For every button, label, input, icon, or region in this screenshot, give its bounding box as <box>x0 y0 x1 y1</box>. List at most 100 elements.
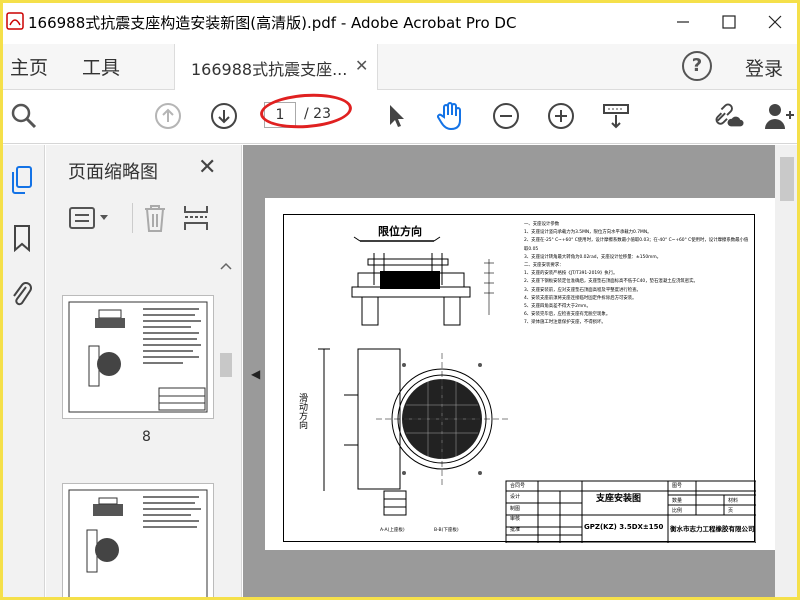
drawing-title: 支座安装图 <box>596 494 642 504</box>
note-line: 5、支座四角高差不得大于2mm。 <box>524 304 591 310</box>
note-line: 3、支座设计转角最大转角为0.02rad，支座设计位移量：±150mm。 <box>524 254 662 260</box>
delete-page-button[interactable] <box>142 203 168 237</box>
note-line: 一、支座设计参数 <box>524 222 560 227</box>
pdf-page: 限位方向 滑动方向 一、支座设计参数 1、支座设计竖向承载力为3.5MN，限位方… <box>265 198 800 550</box>
sliding-direction-label: 滑动方向 <box>297 393 307 429</box>
page-thumbnails-button[interactable] <box>7 165 37 195</box>
paperclip-icon <box>13 282 32 306</box>
note-line: 7、梁体施工时注意保护支座，不得损坏。 <box>524 320 606 326</box>
note-line: 6、安装完毕后，应检查支座有无脱空现象。 <box>524 312 611 318</box>
minimize-icon <box>677 21 689 23</box>
arrow-up-circle-icon <box>155 103 181 129</box>
pages-icon <box>12 166 32 194</box>
note-line: 2、支座下钢板安装定位准确后，支座垫石顶面标高不低于C40，垫石混凝土应浇筑密实… <box>524 279 698 285</box>
select-tool-button[interactable] <box>380 100 412 132</box>
note-line: 4、安装支座前须将支座连接临时固定件拆除后方可安装。 <box>524 295 637 301</box>
link-cloud-icon <box>715 103 744 127</box>
title-block-quantity: 数量 <box>672 498 683 504</box>
note-line: 1、支座设计竖向承载力为3.5MN，限位方向水平承载力0.7MN。 <box>524 230 652 236</box>
zoom-in-button[interactable] <box>545 100 577 132</box>
thumbnail-page-8[interactable] <box>62 295 214 419</box>
company-name: 衡水市志力工程橡胶有限公司 <box>670 525 755 533</box>
pointer-arrow-icon <box>390 105 404 127</box>
restraint-direction-label: 限位方向 <box>378 225 422 238</box>
page-display-button[interactable] <box>600 100 632 132</box>
thumbnail-page-label: 8 <box>142 429 151 445</box>
extract-icon <box>184 206 208 230</box>
search-icon <box>11 103 37 129</box>
zoom-out-button[interactable] <box>490 100 522 132</box>
previous-page-button[interactable] <box>152 100 184 132</box>
note-line: 3、支座安装前，应对支座垫石顶面高程及平整度进行检查。 <box>524 287 641 293</box>
options-menu-icon <box>69 207 108 229</box>
share-link-button[interactable] <box>712 100 744 132</box>
section-label-top: A-A(上座板) <box>380 528 405 533</box>
note-line: 2、支座在-25° C~+60° C使用时，设计摩擦系数最小值取0.03；在-4… <box>524 238 749 252</box>
arrow-down-circle-icon <box>211 103 237 129</box>
help-button[interactable]: ? <box>682 51 712 81</box>
bookmark-icon <box>14 225 30 252</box>
document-view[interactable]: ◀ 限位方向 滑动方向 一、支座设计参数 1、支座设计竖向承载力为3.5MN，限… <box>243 145 800 600</box>
collapse-panel-arrow-icon[interactable]: ◀ <box>251 367 260 381</box>
section-label-bottom: B-B(下座板) <box>434 528 459 533</box>
add-user-icon <box>765 104 794 129</box>
title-block-scale: 比例 <box>672 508 683 514</box>
acrobat-app-icon[interactable] <box>6 12 24 30</box>
title-block-label: 批准 <box>510 527 521 533</box>
extract-page-button[interactable] <box>182 203 210 237</box>
share-user-button[interactable] <box>764 100 796 132</box>
page-display-icon <box>603 104 629 129</box>
title-block-material: 材料 <box>728 498 739 504</box>
left-navigation-strip <box>0 145 45 600</box>
title-block-page: 页 <box>728 508 734 514</box>
title-block-drawing-no: 图号 <box>672 483 683 489</box>
thumbnail-scrollbar[interactable] <box>218 257 234 600</box>
bookmarks-button[interactable] <box>7 223 37 253</box>
minimize-button[interactable] <box>668 10 698 34</box>
search-button[interactable] <box>8 100 40 132</box>
page-preview-image <box>68 489 208 600</box>
page-preview-image <box>68 301 208 413</box>
toolbar-divider <box>132 203 133 233</box>
menu-bar: 主页 工具 166988式抗震支座... ✕ ? 登录 <box>0 44 800 90</box>
bearing-model: GPZ(KZ) 3.5DX±150 <box>584 523 664 531</box>
document-tab-close-icon[interactable]: ✕ <box>355 56 368 75</box>
trash-icon <box>145 205 165 232</box>
document-scrollbar-thumb[interactable] <box>780 157 794 201</box>
title-block-left-labels: 合同号 设计 制图 审核 批准 <box>510 482 525 536</box>
login-button[interactable]: 登录 <box>745 54 783 81</box>
hand-tool-button[interactable] <box>434 100 466 132</box>
note-line: 二、支座安装要求： <box>524 263 564 269</box>
design-notes: 一、支座设计参数 1、支座设计竖向承载力为3.5MN，限位方向水平承载力0.7M… <box>524 221 752 328</box>
title-block-label: 制图 <box>510 506 521 512</box>
title-block-label: 设计 <box>510 494 521 500</box>
plus-circle-icon <box>548 103 574 129</box>
thumbnail-options-button[interactable] <box>68 205 112 235</box>
toolbar <box>0 90 800 144</box>
note-line: 1、支座的安装严格按《JT/T391-2019》执行。 <box>524 271 618 277</box>
panel-toolbar <box>46 199 242 239</box>
maximize-button[interactable] <box>714 10 744 34</box>
next-page-button[interactable] <box>208 100 240 132</box>
panel-close-icon[interactable]: ✕ <box>198 155 216 180</box>
document-scrollbar[interactable] <box>775 145 800 600</box>
thumbnail-list: 8 <box>46 253 218 600</box>
thumbnail-scrollbar-thumb[interactable] <box>220 353 232 377</box>
thumbnail-page-9[interactable] <box>62 483 214 600</box>
scroll-up-arrow-icon[interactable] <box>218 261 234 271</box>
maximize-icon <box>722 15 736 29</box>
window-title: 166988式抗震支座构造安装新图(高清版).pdf - Adobe Acrob… <box>28 14 517 32</box>
title-bar: 166988式抗震支座构造安装新图(高清版).pdf - Adobe Acrob… <box>0 0 800 44</box>
title-block-label: 审核 <box>510 516 521 522</box>
panel-title: 页面缩略图 <box>68 162 158 183</box>
attachments-button[interactable] <box>7 279 37 309</box>
menu-tools[interactable]: 工具 <box>82 53 120 80</box>
minus-circle-icon <box>493 103 519 129</box>
menu-home[interactable]: 主页 <box>10 53 48 80</box>
engineering-drawing: 限位方向 滑动方向 一、支座设计参数 1、支座设计竖向承载力为3.5MN，限位方… <box>283 214 756 543</box>
thumbnails-panel: 页面缩略图 ✕ 8 <box>46 145 242 600</box>
document-tab-label: 166988式抗震支座... <box>191 60 348 79</box>
close-window-button[interactable] <box>760 10 790 34</box>
title-block-label: 合同号 <box>510 483 526 489</box>
document-tab[interactable]: 166988式抗震支座... ✕ <box>174 44 378 90</box>
